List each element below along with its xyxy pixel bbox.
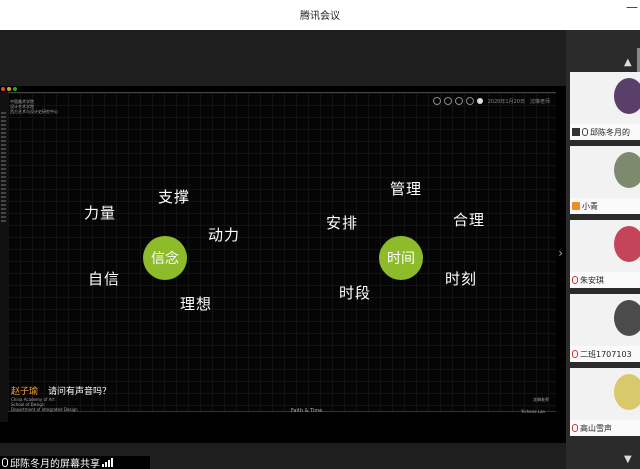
participant-namebar: 二班1707103: [570, 346, 640, 362]
share-status-label: 邱陈冬月的屏幕共享: [10, 459, 100, 469]
title-bar: 腾讯会议 —: [0, 0, 640, 30]
mic-icon: [2, 458, 8, 467]
scroll-down-icon[interactable]: ▼: [624, 454, 632, 465]
word-reasonable: 合理: [453, 211, 486, 229]
avatar: [614, 374, 640, 410]
user-icon: [572, 202, 580, 210]
presentation-slide: 中国美术学院 设计艺术学院 西方艺术与设计史研究中心 2020年1月20日 沈琳…: [8, 92, 556, 414]
concept-circle-faith: 信念: [143, 236, 187, 280]
fit-icon[interactable]: [454, 97, 463, 105]
screen-share-icon: [572, 128, 580, 136]
participant-tile[interactable]: 高山雪声: [570, 368, 640, 436]
word-arrangement: 安排: [326, 214, 359, 232]
participant-name: 小青: [582, 201, 598, 211]
participant-tile[interactable]: 邱陈冬月的: [570, 72, 640, 140]
avatar: [614, 226, 640, 262]
participant-namebar: 邱陈冬月的: [570, 124, 640, 140]
signal-bars-icon: [102, 458, 113, 467]
caption-text: 请问有声音吗？: [48, 387, 112, 397]
participant-panel: ▲ 邱陈冬月的 小青 朱安琪 二班1707103 高山雪声 ▼: [566, 30, 640, 469]
sidebar-thumbnails: [1, 112, 6, 222]
avatar: [614, 78, 640, 114]
mic-off-icon: [572, 276, 578, 284]
minimize-dot-icon: [7, 87, 11, 91]
participant-namebar: 高山雪声: [570, 420, 640, 436]
help-icon[interactable]: [465, 97, 474, 105]
slide-date: 2020年1月20日: [487, 98, 525, 105]
slide-header-text: 中国美术学院 设计艺术学院 西方艺术与设计史研究中心: [10, 99, 58, 114]
participant-namebar: 小青: [570, 198, 640, 214]
participant-tile[interactable]: 小青: [570, 146, 640, 214]
word-support: 支撑: [158, 188, 191, 206]
minimize-button[interactable]: —: [626, 1, 638, 13]
main-area: 中国美术学院 设计艺术学院 西方艺术与设计史研究中心 2020年1月20日 沈琳…: [0, 30, 566, 469]
participant-tile[interactable]: 二班1707103: [570, 294, 640, 362]
slide-footer-title: Faith & Time: [291, 408, 323, 414]
word-period: 时段: [339, 284, 372, 302]
participant-name: 二班1707103: [580, 349, 632, 359]
slide-footer-right: Yichana Lan: [521, 409, 546, 414]
participant-name: 朱安琪: [580, 275, 604, 285]
window-title: 腾讯会议: [300, 11, 340, 22]
next-slide-icon[interactable]: ›: [558, 246, 563, 260]
slide-footer-presenter: 沈琳老师: [533, 397, 549, 402]
zoom-out-icon[interactable]: [443, 97, 452, 105]
slide-toolbar: 2020年1月20日 沈琳老师: [432, 97, 550, 105]
word-strength: 力量: [84, 204, 117, 222]
word-moment: 时刻: [445, 270, 478, 288]
record-icon[interactable]: [476, 98, 483, 104]
zoom-dot-icon: [13, 87, 17, 91]
share-status-bar[interactable]: 邱陈冬月的屏幕共享: [0, 456, 150, 469]
participant-tile[interactable]: 朱安琪: [570, 220, 640, 288]
slide-sidebar: [0, 92, 8, 422]
caption-speaker: 赵子瑜: [11, 387, 39, 397]
word-motivation: 动力: [208, 226, 241, 244]
word-confidence: 自信: [88, 270, 121, 288]
word-management: 管理: [390, 180, 423, 198]
slide-presenter: 沈琳老师: [529, 98, 550, 105]
close-dot-icon: [1, 87, 5, 91]
participant-name: 邱陈冬月的: [590, 127, 630, 137]
screen-share-view: 中国美术学院 设计艺术学院 西方艺术与设计史研究中心 2020年1月20日 沈琳…: [0, 86, 566, 443]
avatar: [614, 152, 640, 188]
mic-off-icon: [572, 424, 578, 432]
scroll-up-icon[interactable]: ▲: [624, 57, 632, 68]
mic-icon: [582, 128, 588, 136]
word-ideal: 理想: [180, 295, 213, 313]
mic-off-icon: [572, 350, 578, 358]
concept-circle-time: 时间: [379, 236, 423, 280]
avatar: [614, 300, 640, 336]
slide-footer-left: China Academy of Art School of Design De…: [11, 397, 78, 412]
zoom-in-icon[interactable]: [432, 97, 441, 105]
participant-name: 高山雪声: [580, 423, 612, 433]
participant-namebar: 朱安琪: [570, 272, 640, 288]
